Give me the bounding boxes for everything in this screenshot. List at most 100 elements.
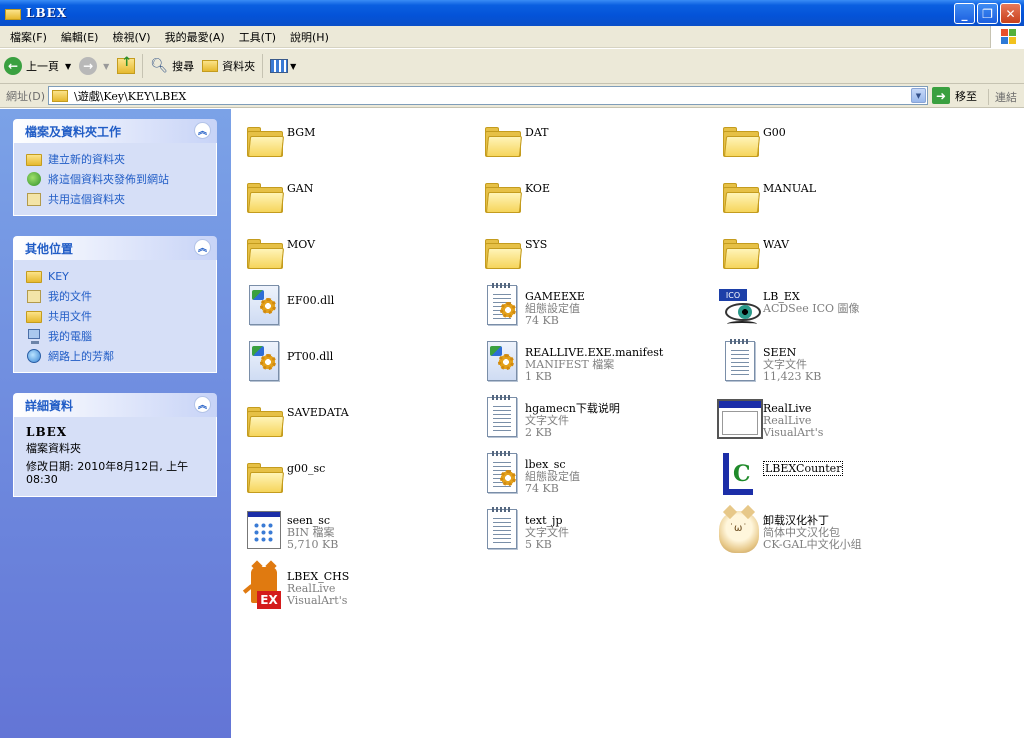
list-item[interactable]: EX LBEX_CHS RealLive VisualArt's xyxy=(239,563,469,613)
dll-icon xyxy=(239,339,287,387)
address-path: \遊戲\Key\KEY\LBEX xyxy=(74,89,187,103)
views-icon xyxy=(270,59,289,73)
folder-icon xyxy=(239,115,287,163)
task-share-folder[interactable]: 共用這個資料夾 xyxy=(26,189,216,209)
new-folder-icon xyxy=(26,151,42,167)
windows-logo-icon xyxy=(990,26,1024,48)
menu-help[interactable]: 說明(H) xyxy=(283,29,336,45)
folders-button[interactable]: 資料夾 xyxy=(198,52,259,80)
toolbar: ← 上一頁 ▼ → ▼ ↑ 🔍︎ 搜尋 資料夾 ▼ xyxy=(0,49,1024,84)
folder-icon xyxy=(26,268,42,284)
list-item[interactable]: WAV xyxy=(715,227,945,277)
bin-icon xyxy=(239,507,287,555)
task-new-folder[interactable]: 建立新的資料夾 xyxy=(26,149,216,169)
back-arrow-icon: ← xyxy=(4,57,22,75)
collapse-icon[interactable]: ︽ xyxy=(194,122,211,139)
list-item[interactable]: GAN xyxy=(239,171,469,221)
go-button[interactable]: ➜ 移至 xyxy=(932,87,977,104)
list-item[interactable]: ICO LB_EX ACDSee ICO 圖像 xyxy=(715,283,945,333)
search-icon: 🔍︎ xyxy=(150,58,169,74)
minimize-button[interactable]: _ xyxy=(954,3,975,24)
list-item[interactable]: seen_sc BIN 檔案 5,710 KB xyxy=(239,507,469,557)
folder-icon xyxy=(715,115,763,163)
config-icon xyxy=(477,451,525,499)
menu-edit[interactable]: 編輯(E) xyxy=(54,29,106,45)
list-item[interactable]: C LBEXCounter xyxy=(715,451,945,501)
place-shared-documents[interactable]: 共用文件 xyxy=(26,306,216,326)
details-date: 修改日期: 2010年8月12日, 上午 08:30 xyxy=(26,460,189,486)
list-item[interactable]: SEEN 文字文件 11,423 KB xyxy=(715,339,945,389)
chevron-down-icon[interactable]: ▼ xyxy=(103,62,109,71)
collapse-icon[interactable]: ︽ xyxy=(194,239,211,256)
text-icon xyxy=(477,507,525,555)
place-my-documents[interactable]: 我的文件 xyxy=(26,286,216,306)
my-computer-icon xyxy=(26,328,42,344)
list-item[interactable]: text_jp 文字文件 5 KB xyxy=(477,507,707,557)
list-item[interactable]: GAMEEXE 組態設定值 74 KB xyxy=(477,283,707,333)
search-button[interactable]: 🔍︎ 搜尋 xyxy=(146,52,198,80)
list-item[interactable]: hgamecn下载说明 文字文件 2 KB xyxy=(477,395,707,445)
file-tasks-panel: 檔案及資料夾工作 ︽ 建立新的資料夾 將這個資料夾發佈到網站 共用這個資料夾 xyxy=(13,119,217,216)
manifest-icon xyxy=(477,339,525,387)
chevron-down-icon[interactable]: ▼ xyxy=(911,88,926,103)
links-label[interactable]: 連結 xyxy=(988,89,1017,105)
folder-icon xyxy=(52,89,68,102)
my-documents-icon xyxy=(26,288,42,304)
folder-icon xyxy=(202,60,219,72)
folder-icon xyxy=(477,115,525,163)
back-button[interactable]: ← 上一頁 ▼ xyxy=(0,52,75,80)
place-key[interactable]: KEY xyxy=(26,266,216,286)
menu-file[interactable]: 檔案(F) xyxy=(3,29,54,45)
folder-icon xyxy=(239,395,287,443)
file-tasks-header[interactable]: 檔案及資料夾工作 ︽ xyxy=(13,119,217,143)
chevron-down-icon[interactable]: ▼ xyxy=(290,62,296,71)
task-publish-web[interactable]: 將這個資料夾發佈到網站 xyxy=(26,169,216,189)
up-folder-button[interactable]: ↑ xyxy=(113,52,139,80)
shared-documents-icon xyxy=(26,308,42,324)
details-name: LBEX xyxy=(26,425,68,439)
text-icon xyxy=(477,395,525,443)
task-pane: 檔案及資料夾工作 ︽ 建立新的資料夾 將這個資料夾發佈到網站 共用這個資料夾 其… xyxy=(0,109,231,738)
menu-favorites[interactable]: 我的最愛(A) xyxy=(158,29,232,45)
dll-icon xyxy=(239,283,287,331)
details-header[interactable]: 詳細資料 ︽ xyxy=(13,393,217,417)
toolbar-separator xyxy=(262,54,264,78)
window-title: LBEX xyxy=(26,6,68,20)
folder-icon xyxy=(239,451,287,499)
list-item[interactable]: g00_sc xyxy=(239,451,469,501)
menu-tools[interactable]: 工具(T) xyxy=(232,29,283,45)
list-item[interactable]: SYS xyxy=(477,227,707,277)
maximize-button[interactable]: ❐ xyxy=(977,3,998,24)
list-item[interactable]: BGM xyxy=(239,115,469,165)
list-item[interactable]: MOV xyxy=(239,227,469,277)
menu-view[interactable]: 檢視(V) xyxy=(105,29,157,45)
folder-icon xyxy=(715,227,763,275)
list-item[interactable]: PT00.dll xyxy=(239,339,469,389)
file-list: BGM DAT G00 GAN KOE MANUAL MOV SYS WAV E… xyxy=(231,109,1024,738)
list-item[interactable]: MANUAL xyxy=(715,171,945,221)
address-bar: 網址(D) \遊戲\Key\KEY\LBEX ▼ ➜ 移至 連結 xyxy=(0,84,1024,108)
list-item[interactable]: lbex_sc 組態設定值 74 KB xyxy=(477,451,707,501)
list-item[interactable]: SAVEDATA xyxy=(239,395,469,445)
other-places-panel: 其他位置 ︽ KEY 我的文件 共用文件 我的電腦 網路上的芳鄰 xyxy=(13,236,217,373)
text-icon xyxy=(715,339,763,387)
list-item[interactable]: EF00.dll xyxy=(239,283,469,333)
chevron-down-icon[interactable]: ▼ xyxy=(65,62,71,71)
list-item[interactable]: KOE xyxy=(477,171,707,221)
list-item[interactable]: REALLIVE.EXE.manifest MANIFEST 檔案 1 KB xyxy=(477,339,707,389)
views-button[interactable]: ▼ xyxy=(266,52,300,80)
collapse-icon[interactable]: ︽ xyxy=(194,396,211,413)
forward-button[interactable]: → ▼ xyxy=(75,52,113,80)
list-item[interactable]: G00 xyxy=(715,115,945,165)
place-my-computer[interactable]: 我的電腦 xyxy=(26,326,216,346)
close-button[interactable]: ✕ xyxy=(1000,3,1021,24)
address-input[interactable]: \遊戲\Key\KEY\LBEX ▼ xyxy=(48,86,928,105)
other-places-header[interactable]: 其他位置 ︽ xyxy=(13,236,217,260)
place-network[interactable]: 網路上的芳鄰 xyxy=(26,346,216,366)
folder-icon xyxy=(239,227,287,275)
list-item[interactable]: ˙ω˙ 卸载汉化补丁 简体中文汉化包 CK-GAL中文化小组 xyxy=(715,507,945,557)
list-item[interactable]: DAT xyxy=(477,115,707,165)
list-item[interactable]: RealLive RealLive VisualArt's xyxy=(715,395,945,445)
app-window-icon xyxy=(715,395,763,443)
ico-icon: ICO xyxy=(715,283,763,331)
